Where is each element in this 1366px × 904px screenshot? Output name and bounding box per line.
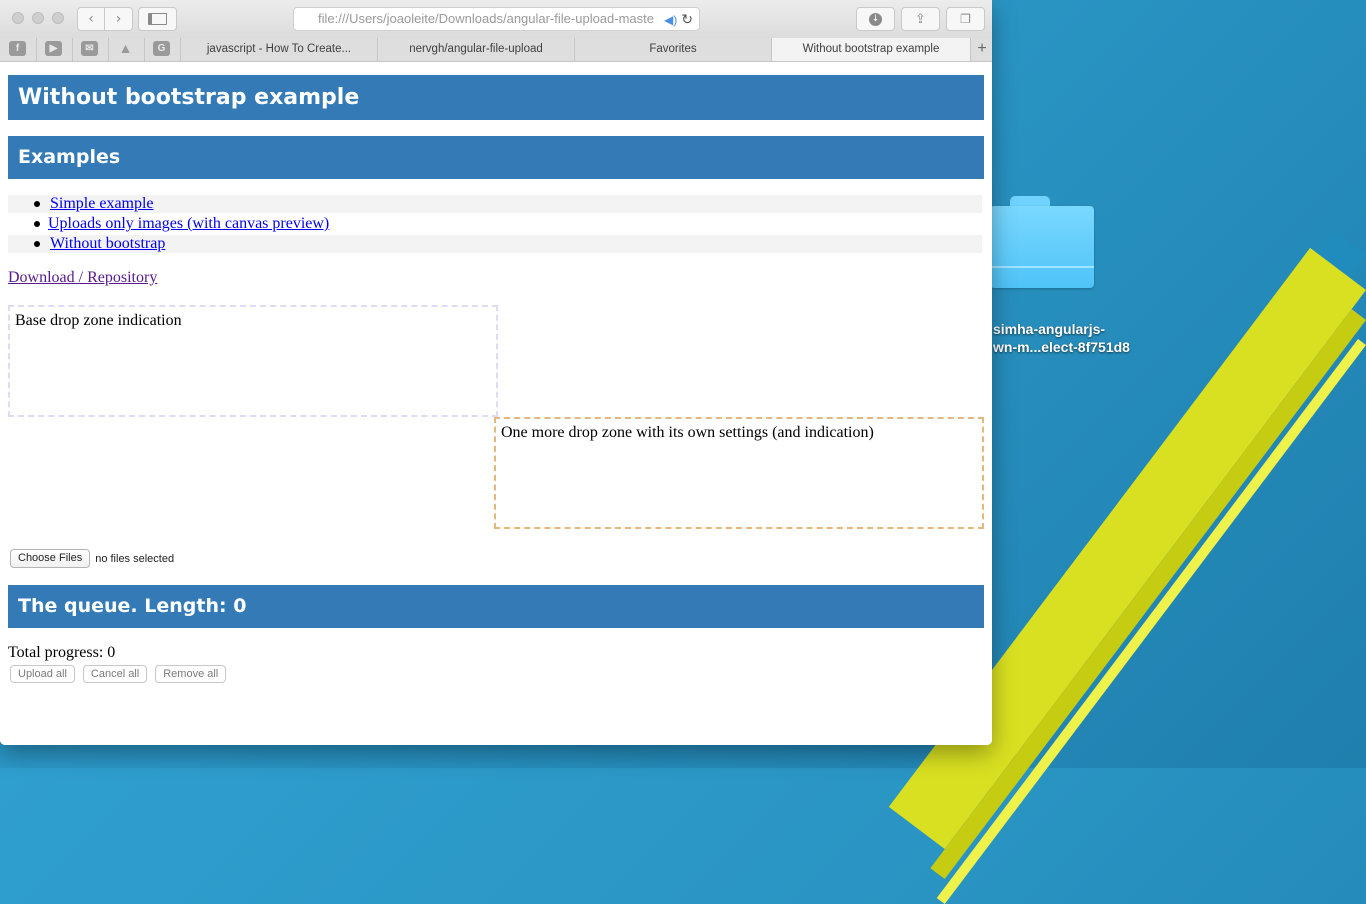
another-drop-zone-label: One more drop zone with its own settings… [501,424,874,441]
tab-stackoverflow[interactable]: javascript - How To Create... [180,38,377,61]
queue-heading: The queue. Length: 0 [8,585,984,628]
new-tab-button[interactable]: + [970,38,992,61]
chevron-left-icon: ‹ [88,11,94,27]
choose-files-button[interactable]: Choose Files [10,549,91,568]
favorite-separator [36,38,37,61]
folder-label-line1: simha-angularjs- [993,321,1106,337]
sidebar-icon [148,13,167,25]
back-button[interactable]: ‹ [77,7,105,31]
address-bar[interactable]: file:///Users/joaoleite/Downloads/angula… [293,7,700,31]
chevron-right-icon: › [115,11,122,27]
cancel-all-button[interactable]: Cancel all [82,665,148,683]
images-example-link[interactable]: Uploads only images (with canvas preview… [48,215,329,232]
tab-label: javascript - How To Create... [206,43,352,55]
tab-label: Without bootstrap example [802,43,940,55]
folder-body [990,206,1094,288]
forward-button[interactable]: › [105,7,133,31]
desktop-stripe [936,338,1366,904]
download-repository-link[interactable]: Download / Repository [8,269,157,286]
favorite-separator [108,38,109,61]
downloads-button[interactable]: ↓ [856,7,895,31]
another-drop-zone[interactable]: One more drop zone with its own settings… [494,417,984,529]
speaker-icon[interactable]: ◀) [664,13,677,27]
tabs-overview-button[interactable]: ❐ [946,7,985,31]
reload-icon[interactable]: ↻ [681,11,693,27]
address-url: file:///Users/joaoleite/Downloads/angula… [318,11,655,26]
gmail-icon[interactable]: ✉ [81,41,98,56]
total-progress: Total progress: 0 [8,644,116,661]
minimize-window-button[interactable] [32,12,44,24]
download-icon: ↓ [869,12,882,26]
desktop-folder-icon[interactable] [990,196,1094,292]
share-button[interactable]: ⇪ [901,7,940,31]
tab-favorites[interactable]: Favorites [574,38,771,61]
queue-actions: Upload all Cancel all Remove all [10,665,234,683]
sidebar-toggle-button[interactable] [138,7,177,31]
examples-list: Simple example Uploads only images (with… [8,195,982,255]
share-icon: ⇪ [915,11,926,27]
folder-line [990,266,1094,268]
tabs-icon: ❐ [960,12,971,26]
base-drop-zone[interactable]: Base drop zone indication [8,305,498,417]
browser-window: ‹ › file:///Users/joaoleite/Downloads/an… [0,0,992,745]
g-icon[interactable]: G [153,41,170,56]
list-item: Simple example [8,195,982,213]
page-content: Without bootstrap example Examples Simpl… [0,62,992,745]
upload-all-button[interactable]: Upload all [10,665,75,683]
desktop-stripe [930,309,1366,880]
simple-example-link[interactable]: Simple example [50,195,154,212]
list-item: Uploads only images (with canvas preview… [8,215,982,233]
youtube-icon[interactable]: ▶ [45,41,62,56]
page-title: Without bootstrap example [8,75,984,120]
tab-github[interactable]: nervgh/angular-file-upload [377,38,574,61]
folder-label-line2: wn-m...elect-8f751d8 [993,339,1130,355]
zoom-window-button[interactable] [52,12,64,24]
tab-label: Favorites [649,43,697,55]
file-input: Choose Files no files selected [10,549,174,568]
download-row: Download / Repository [8,269,157,287]
without-bootstrap-link[interactable]: Without bootstrap [50,235,165,252]
favorite-separator [144,38,145,61]
close-window-button[interactable] [12,12,24,24]
tab-without-bootstrap[interactable]: Without bootstrap example [771,38,970,61]
favorite-separator [72,38,73,61]
base-drop-zone-label: Base drop zone indication [15,312,182,329]
examples-heading: Examples [8,136,984,179]
list-item: Without bootstrap [8,235,982,253]
facebook-icon[interactable]: f [9,41,26,56]
file-input-status: no files selected [95,552,175,565]
tab-bar: f ▶ ✉ ▲ G javascript - How To Create... … [0,38,992,62]
browser-toolbar: ‹ › file:///Users/joaoleite/Downloads/an… [0,0,992,39]
tab-label: nervgh/angular-file-upload [409,43,543,55]
remove-all-button[interactable]: Remove all [155,665,227,683]
drive-icon[interactable]: ▲ [117,41,134,56]
desktop-folder-label[interactable]: simha-angularjs- wn-m...elect-8f751d8 [993,320,1173,356]
